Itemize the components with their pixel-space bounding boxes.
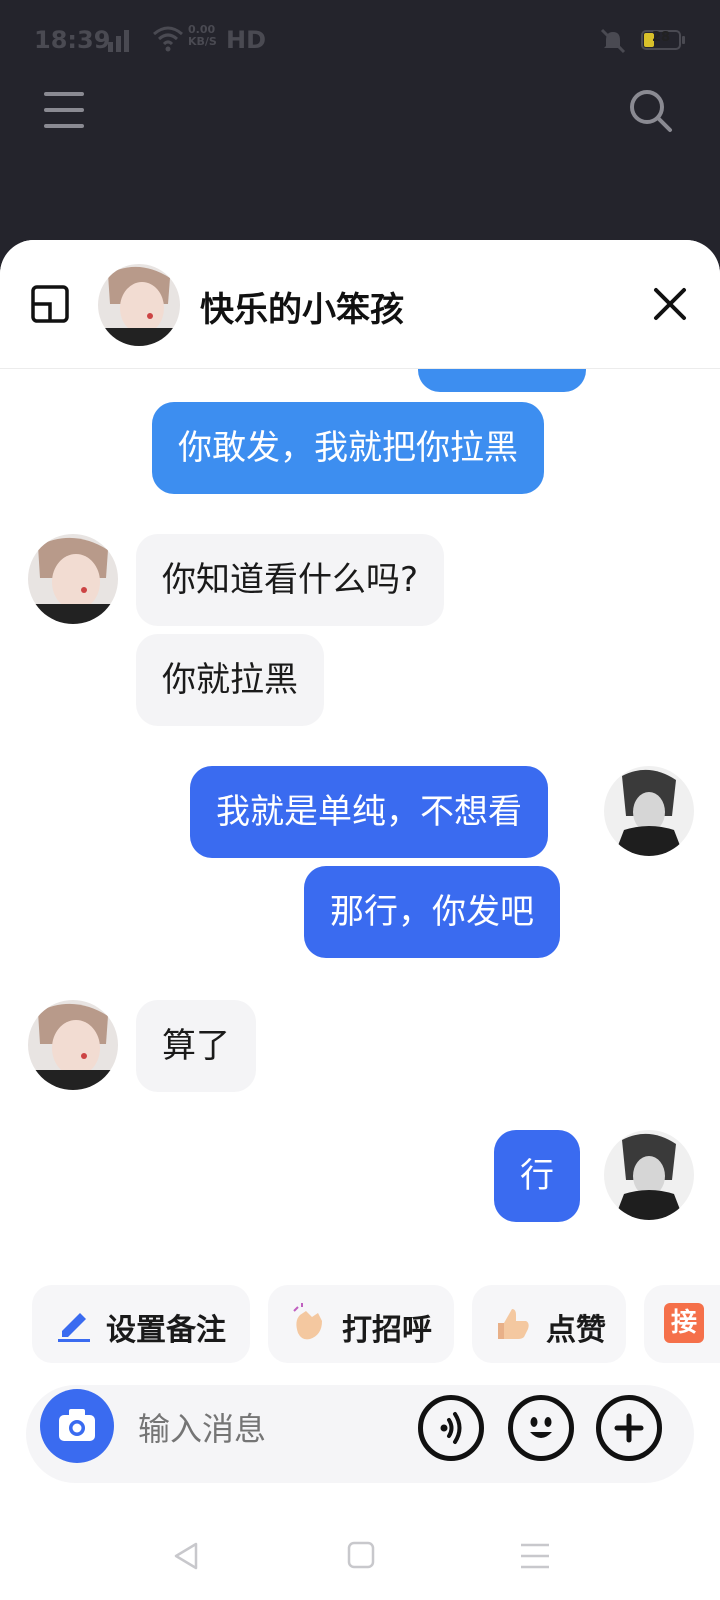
like-chip[interactable]: 点赞: [472, 1285, 626, 1363]
camera-button[interactable]: [40, 1389, 114, 1463]
status-bar: 18:39 0.00 KB/S HD 28: [0, 0, 720, 80]
recents-icon[interactable]: [518, 1540, 552, 1572]
contact-avatar[interactable]: [98, 264, 180, 346]
message-bubble-incoming[interactable]: 你知道看什么吗?: [136, 534, 445, 626]
system-nav-bar: [0, 1510, 720, 1600]
plus-icon: [614, 1413, 644, 1443]
my-avatar[interactable]: [604, 1130, 694, 1220]
emoji-button[interactable]: [508, 1395, 574, 1461]
close-icon[interactable]: [650, 284, 690, 324]
battery-tip: [682, 36, 685, 44]
message-list: 你敢发，我就把你拉黑 你知道看什么吗? 你就拉黑 我就是单纯，不想看 那行，你发…: [0, 240, 720, 1250]
chat-header: 快乐的小笨孩: [0, 240, 720, 369]
thumbs-up-icon: [498, 1309, 529, 1339]
chat-sheet: 快乐的小笨孩 你敢发，我就把你拉黑 你知道看什么吗? 你就拉黑 我就是单纯，不想…: [0, 240, 720, 1600]
voice-button[interactable]: [418, 1395, 484, 1461]
hd-indicator: HD: [226, 26, 267, 54]
contact-name: 快乐的小笨孩: [200, 290, 404, 330]
message-bubble-incoming[interactable]: 算了: [136, 1000, 256, 1092]
status-time: 18:39: [34, 26, 111, 54]
wifi-icon: [153, 26, 183, 52]
chip-label: 点赞: [546, 1313, 606, 1348]
battery-icon: 28: [641, 30, 681, 50]
quick-actions: 设置备注 打招呼 点赞 接: [0, 1285, 720, 1365]
expand-icon[interactable]: [30, 284, 70, 324]
signal-icon: [108, 30, 129, 52]
voice-icon: [440, 1412, 462, 1444]
home-icon[interactable]: [346, 1540, 376, 1570]
contact-avatar[interactable]: [28, 1000, 118, 1090]
contact-avatar[interactable]: [28, 534, 118, 624]
message-bubble-outgoing[interactable]: 行: [494, 1130, 580, 1222]
message-bubble-outgoing[interactable]: 那行，你发吧: [304, 866, 560, 958]
wave-hand-icon: [293, 1303, 322, 1340]
message-bubble-outgoing[interactable]: 你敢发，我就把你拉黑: [152, 402, 544, 494]
camera-icon: [59, 1409, 95, 1441]
network-speed: 0.00 KB/S: [188, 23, 217, 48]
say-hi-chip[interactable]: 打招呼: [268, 1285, 454, 1363]
mute-icon: [600, 28, 626, 54]
chip-label: 设置备注: [106, 1313, 226, 1348]
accept-chip[interactable]: 接: [644, 1285, 720, 1363]
back-icon[interactable]: [170, 1540, 202, 1572]
search-icon[interactable]: [626, 86, 674, 134]
message-bubble-incoming[interactable]: 你就拉黑: [136, 634, 324, 726]
add-button[interactable]: [596, 1395, 662, 1461]
emoji-icon: [530, 1417, 552, 1438]
chip-label: 打招呼: [342, 1313, 432, 1348]
input-bar: [26, 1385, 694, 1483]
my-avatar[interactable]: [604, 766, 694, 856]
set-remark-chip[interactable]: 设置备注: [32, 1285, 250, 1363]
menu-icon[interactable]: [42, 88, 86, 132]
accept-badge-icon: 接: [664, 1303, 704, 1343]
message-bubble-outgoing[interactable]: 我就是单纯，不想看: [190, 766, 548, 858]
pencil-icon: [58, 1313, 90, 1342]
message-input[interactable]: [136, 1403, 400, 1455]
